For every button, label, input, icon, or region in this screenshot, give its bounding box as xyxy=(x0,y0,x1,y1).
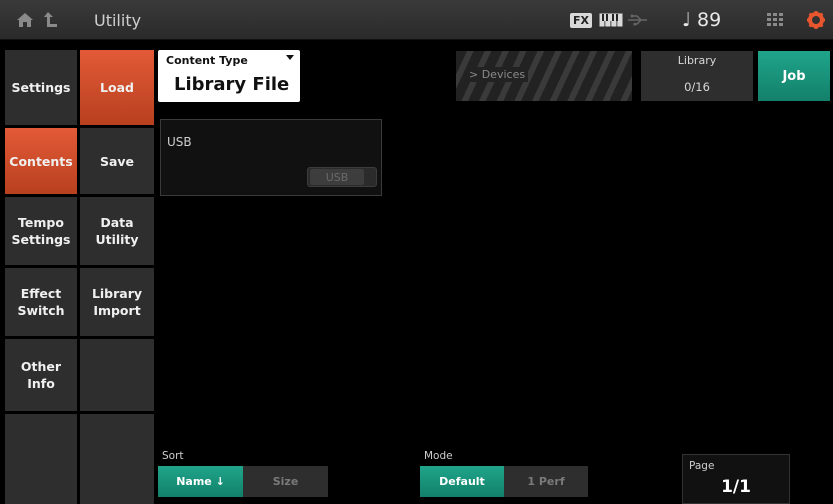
usb-device-panel[interactable]: USB USB xyxy=(160,119,382,196)
home-icon[interactable] xyxy=(14,0,36,40)
submenu-item-library-import[interactable]: Library Import xyxy=(80,268,154,336)
usb-toggle-label: USB xyxy=(310,169,364,185)
job-button[interactable]: Job xyxy=(758,51,830,101)
page-value: 1/1 xyxy=(721,477,751,497)
content-type-value: Library File xyxy=(174,74,290,95)
library-counter: Library 0/16 xyxy=(641,51,753,101)
dropdown-arrow-icon xyxy=(286,55,294,60)
sort-size-button[interactable]: Size xyxy=(243,466,328,497)
usb-toggle[interactable]: USB xyxy=(307,167,377,187)
submenu-item-data-utility[interactable]: Data Utility xyxy=(80,197,154,265)
mode-1perf-button[interactable]: 1 Perf xyxy=(504,466,588,497)
page-title: Utility xyxy=(94,10,142,30)
tempo-display: ♩ 89 xyxy=(682,9,722,31)
menu-item-other-info[interactable]: Other Info xyxy=(5,339,77,411)
submenu-item-empty xyxy=(80,339,154,411)
fx-label: FX xyxy=(570,12,592,28)
mode-label: Mode xyxy=(424,450,453,462)
menu-item-contents[interactable]: Contents xyxy=(5,128,77,194)
keyboard-icon xyxy=(599,0,623,40)
menu-item-empty xyxy=(5,414,77,504)
content-type-label: Content Type xyxy=(166,54,248,67)
menu-item-settings[interactable]: Settings xyxy=(5,50,77,125)
devices-button[interactable]: > Devices xyxy=(456,51,632,101)
usb-icon xyxy=(627,0,649,40)
menu-item-tempo-settings[interactable]: Tempo Settings xyxy=(5,197,77,265)
page-label: Page xyxy=(689,460,715,472)
library-label: Library xyxy=(677,54,717,67)
fx-badge: FX xyxy=(570,0,592,40)
top-bar: Utility FX ♩ 89 xyxy=(0,0,833,40)
submenu-item-load[interactable]: Load xyxy=(80,50,154,125)
menu-item-effect-switch[interactable]: Effect Switch xyxy=(5,268,77,336)
mode-default-button[interactable]: Default xyxy=(420,466,504,497)
gear-icon[interactable] xyxy=(806,0,826,40)
submenu-item-save[interactable]: Save xyxy=(80,128,154,194)
back-icon[interactable] xyxy=(40,0,62,40)
sort-name-button[interactable]: Name ↓ xyxy=(158,466,243,497)
devices-label: > Devices xyxy=(466,67,529,82)
submenu-item-empty xyxy=(80,414,154,504)
library-value: 0/16 xyxy=(684,80,710,94)
grid-icon[interactable] xyxy=(767,0,783,40)
content-type-dropdown[interactable]: Content Type Library File xyxy=(158,50,300,102)
sort-label: Sort xyxy=(162,450,184,462)
usb-label: USB xyxy=(167,135,192,149)
page-indicator: Page 1/1 xyxy=(682,454,790,504)
